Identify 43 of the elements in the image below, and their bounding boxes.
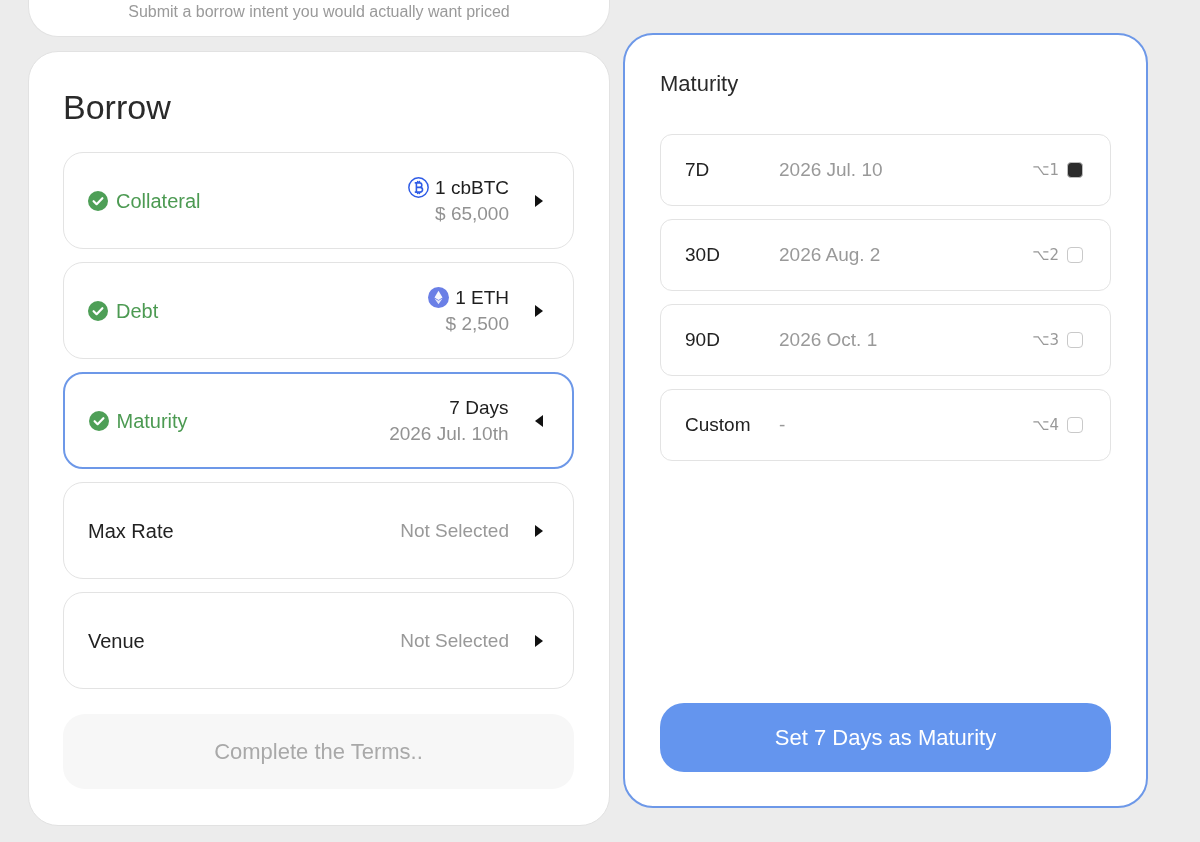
term-value: 1 cbBTC [435,175,509,200]
checkbox[interactable] [1067,417,1083,433]
maturity-option[interactable]: 7D 2026 Jul. 10 ⌥1 [660,134,1111,206]
term-subvalue: $ 65,000 [435,201,509,226]
term-label: Debt [116,298,159,324]
term-value: Not Selected [400,518,509,543]
option-label: Custom [685,414,752,436]
checkbox[interactable] [1067,247,1083,263]
option-label: 30D [685,244,721,266]
shortcut-hint: ⌥2 [1032,246,1059,264]
term-row[interactable]: Maturity 7 Days 2026 Jul. 10th [63,372,574,469]
term-label: Venue [88,628,145,654]
checkbox[interactable] [1067,162,1083,178]
option-label: 7D [685,159,711,181]
term-subvalue: 2026 Jul. 10th [389,421,509,446]
term-row[interactable]: Venue Not Selected [63,592,574,689]
term-row[interactable]: Collateral 1 cbBTC $ 65,000 [63,152,574,249]
shortcut-hint: ⌥4 [1032,416,1059,434]
option-date: 2026 Oct. 1 [779,329,878,351]
shortcut-hint: ⌥3 [1032,331,1059,349]
maturity-option[interactable]: 30D 2026 Aug. 2 ⌥2 [660,219,1111,291]
option-date: 2026 Aug. 2 [779,244,881,266]
term-row[interactable]: Max Rate Not Selected [63,482,574,579]
term-value: 1 ETH [455,285,509,310]
term-label: Collateral [116,188,201,214]
term-row[interactable]: Debt 1 ETH $ 2,500 [63,262,574,359]
intro-text: Submit a borrow intent you would actually want priced [128,3,510,22]
term-subvalue: $ 2,500 [445,311,509,336]
shortcut-hint: ⌥1 [1032,161,1059,179]
option-label: 90D [685,329,721,351]
panel-title: Maturity [660,70,739,98]
option-date: 2026 Jul. 10 [779,159,883,181]
term-value: Not Selected [400,628,509,653]
maturity-option[interactable]: Custom - ⌥4 [660,389,1111,461]
term-label: Maturity [116,408,188,434]
term-value: 7 Days [449,395,509,420]
maturity-option[interactable]: 90D 2026 Oct. 1 ⌥3 [660,304,1111,376]
token-icon [428,287,450,308]
term-label: Max Rate [88,518,174,544]
checkbox[interactable] [1067,332,1083,348]
token-icon [408,177,430,198]
panel-title: Borrow [63,87,171,127]
option-date: - [779,414,786,436]
